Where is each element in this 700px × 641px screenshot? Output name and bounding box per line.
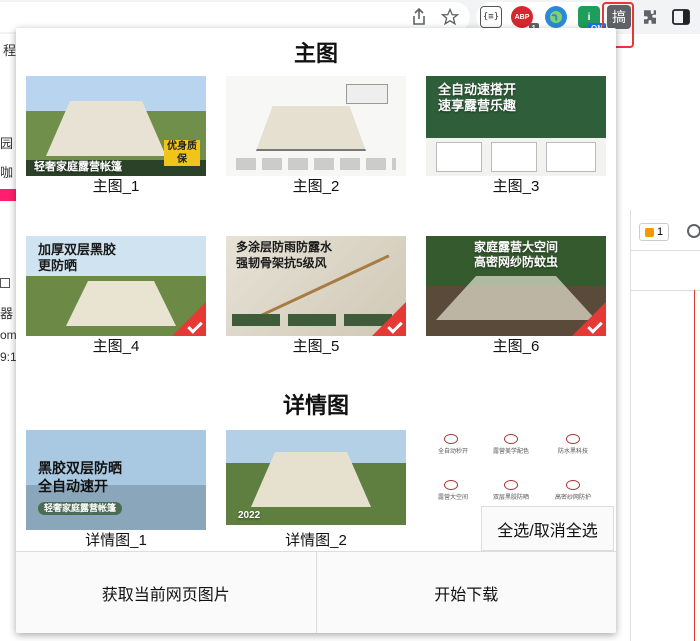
devtools-panel: 1 — [630, 210, 700, 641]
divider — [631, 290, 700, 291]
background-text: 9:1 — [0, 350, 17, 364]
image-label: 主图_6 — [492, 338, 540, 355]
image-overlay-text: 黑胶双层防晒 — [38, 460, 122, 476]
feature-label: 露营美学配色 — [492, 449, 529, 455]
main-image-tile[interactable]: 轻奢家庭露营帐篷 优身质保 主图_1 — [26, 76, 206, 196]
main-image-tile[interactable]: 主图_2 — [226, 76, 406, 196]
image-scroll-area[interactable]: 主图 轻奢家庭露营帐篷 优身质保 主图_1 主图_2 全自动速搭开 速享露营乐趣… — [16, 28, 616, 551]
background-checkbox — [0, 278, 10, 288]
background-text: 园 — [0, 136, 14, 151]
image-overlay-text: 多涂层防雨防露水 — [236, 240, 333, 254]
feature-icon — [444, 434, 458, 444]
feature-label: 高密纱网防护 — [554, 495, 591, 501]
background-text: 程 — [3, 43, 17, 58]
feature-icon — [566, 480, 580, 490]
on-extension-label: i — [587, 11, 591, 23]
image-overlay-text: 全自动速搭开 — [438, 82, 517, 97]
fetch-page-images-button[interactable]: 获取当前网页图片 — [16, 552, 316, 633]
feature-icon — [444, 480, 458, 490]
feature-label: 双层黑胶防晒 — [492, 495, 529, 501]
main-image-tile[interactable]: 多涂层防雨防露水 强韧骨架抗5级风 主图_5 — [226, 236, 406, 356]
popup-action-bar: 获取当前网页图片 开始下载 — [16, 551, 616, 633]
main-image-tile[interactable]: 全自动速搭开 速享露营乐趣 主图_3 — [426, 76, 606, 196]
image-overlay-text: 更防晒 — [38, 258, 78, 273]
image-label: 主图_5 — [292, 338, 340, 355]
main-image-6[interactable]: 家庭露营大空间 高密网纱防蚊虫 — [426, 236, 606, 336]
image-label: 主图_2 — [292, 178, 340, 195]
feature-label: 全自动秒开 — [437, 449, 468, 455]
feature-label: 露营大空间 — [437, 495, 468, 501]
bookmark-star-icon[interactable] — [439, 6, 461, 28]
detail-image-1[interactable]: 黑胶双层防晒 全自动速开 轻奢家庭露营帐篷 — [26, 430, 206, 530]
image-overlay-pill: 轻奢家庭露营帐篷 — [38, 502, 123, 515]
image-grabber-popup: 主图 轻奢家庭露营帐篷 优身质保 主图_1 主图_2 全自动速搭开 速享露营乐趣… — [16, 28, 616, 633]
share-icon[interactable] — [408, 6, 430, 28]
image-overlay-text: 全自动速开 — [38, 478, 108, 494]
background-text: 器 — [0, 306, 14, 321]
image-label: 主图_3 — [492, 178, 540, 195]
image-label: 详情图_2 — [285, 532, 347, 549]
side-panel-icon[interactable] — [670, 6, 692, 28]
image-label: 主图_4 — [92, 338, 140, 355]
feature-label: 防水黑科技 — [557, 449, 588, 455]
main-image-5[interactable]: 多涂层防雨防露水 强韧骨架抗5级风 — [226, 236, 406, 336]
main-image-tile[interactable]: 家庭露营大空间 高密网纱防蚊虫 主图_6 — [426, 236, 606, 356]
globe-extension-icon[interactable] — [545, 6, 567, 28]
main-images-title: 主图 — [293, 41, 338, 66]
detail-image-tile[interactable]: 2022 详情图_2 — [226, 430, 406, 550]
settings-gear-icon[interactable] — [687, 224, 700, 238]
detail-image-tile[interactable]: 黑胶双层防晒 全自动速开 轻奢家庭露营帐篷 详情图_1 — [26, 430, 206, 550]
background-pink-bar — [0, 189, 16, 201]
image-overlay-text: 家庭露营大空间 — [473, 240, 558, 254]
divider — [631, 250, 700, 251]
timeline-line — [694, 290, 695, 641]
feature-icon — [504, 480, 518, 490]
image-label: 详情图_1 — [85, 532, 147, 549]
select-all-toggle-button[interactable]: 全选/取消全选 — [481, 506, 614, 551]
feature-icon — [504, 434, 518, 444]
image-overlay-text: 速享露营乐趣 — [438, 98, 517, 113]
image-overlay-badge: 优身质保 — [167, 141, 197, 165]
adblock-label: ABP — [514, 13, 530, 21]
warning-count: 1 — [656, 226, 664, 238]
main-image-tile[interactable]: 加厚双层黑胶 更防晒 主图_4 — [26, 236, 206, 356]
warning-counter[interactable]: 1 — [639, 223, 669, 241]
warning-icon — [644, 227, 654, 237]
json-extension-label: {≡} — [482, 12, 500, 22]
json-viewer-extension-icon[interactable]: {≡} — [480, 6, 502, 28]
puzzle-extensions-icon[interactable] — [639, 6, 661, 28]
main-image-1[interactable]: 轻奢家庭露营帐篷 优身质保 — [26, 76, 206, 176]
adblock-extension-icon[interactable]: ABP 1 — [511, 6, 539, 34]
image-overlay-text: 轻奢家庭露营帐篷 — [34, 161, 122, 173]
on-extension-icon[interactable]: i ON — [578, 6, 606, 34]
image-overlay-text: 强韧骨架抗5级风 — [236, 256, 327, 270]
image-overlay-text: 高密网纱防蚊虫 — [473, 255, 558, 269]
detail-images-title: 详情图 — [282, 393, 349, 418]
image-overlay-text: 加厚双层黑胶 — [38, 242, 117, 257]
background-text: 咖 — [0, 165, 14, 180]
image-label: 主图_1 — [92, 178, 140, 195]
main-image-2[interactable] — [226, 76, 406, 176]
detail-image-2[interactable]: 2022 — [226, 430, 406, 525]
main-image-4[interactable]: 加厚双层黑胶 更防晒 — [26, 236, 206, 336]
start-download-button[interactable]: 开始下载 — [315, 552, 616, 633]
main-image-3[interactable]: 全自动速搭开 速享露营乐趣 — [426, 76, 606, 176]
image-overlay-text: 2022 — [238, 510, 261, 521]
feature-icon — [566, 434, 580, 444]
